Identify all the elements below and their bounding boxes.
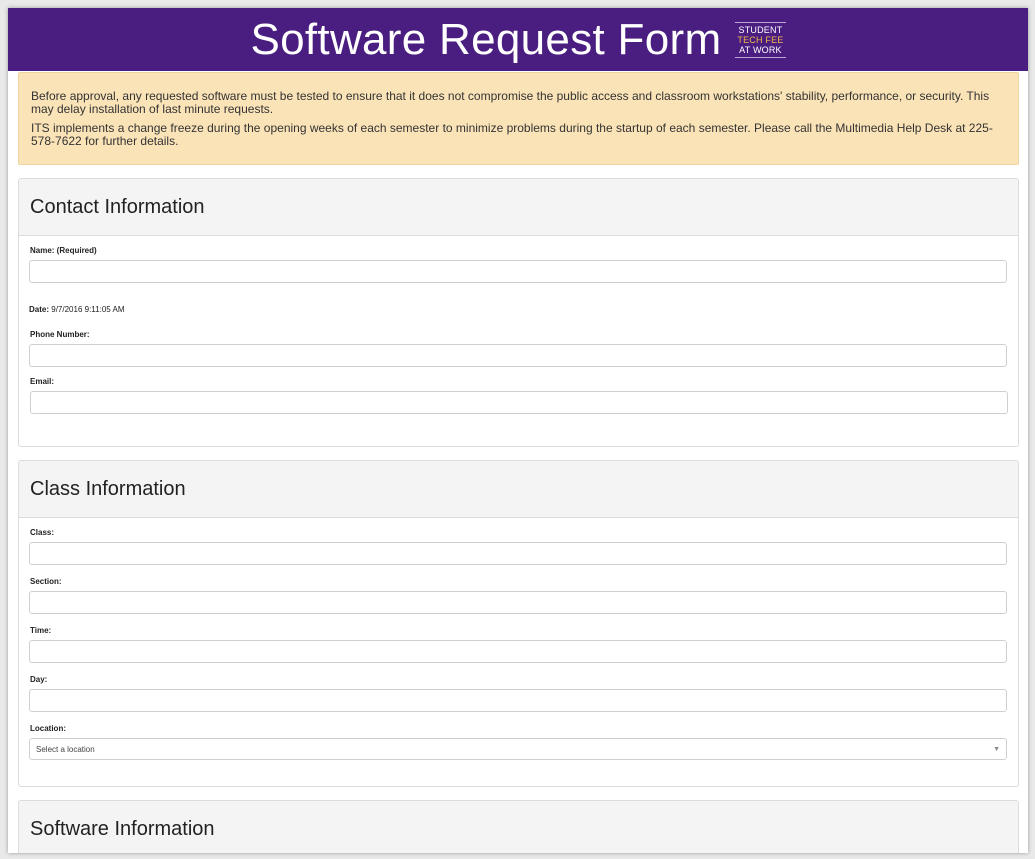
- phone-label: Phone Number:: [30, 330, 90, 339]
- logo-line-3: AT WORK: [739, 44, 782, 55]
- contact-panel-body: Name: (Required) Date: 9/7/2016 9:11:05 …: [19, 236, 1018, 446]
- class-label: Class:: [30, 528, 55, 537]
- chevron-down-icon: ▼: [993, 745, 1000, 753]
- header-banner: Software Request Form STUDENT TECH FEE A…: [8, 8, 1028, 71]
- logo-line-1: STUDENT: [738, 24, 783, 35]
- contact-panel-header: Contact Information: [19, 179, 1018, 236]
- contact-panel-title: Contact Information: [30, 195, 205, 218]
- name-label: Name: (Required): [30, 246, 97, 255]
- name-input[interactable]: [29, 260, 1007, 283]
- date-value: 9/7/2016 9:11:05 AM: [51, 305, 125, 314]
- notice-paragraph-approval: Before approval, any requested software …: [31, 89, 990, 116]
- notice-paragraph-freeze: ITS implements a change freeze during th…: [31, 121, 993, 148]
- notice-box: Before approval, any requested software …: [18, 72, 1019, 165]
- class-panel-header: Class Information: [19, 461, 1018, 518]
- location-label: Location:: [30, 724, 66, 733]
- software-information-panel: Software Information: [18, 800, 1019, 853]
- contact-information-panel: Contact Information Name: (Required) Dat…: [18, 178, 1019, 447]
- day-input[interactable]: [29, 689, 1007, 712]
- date-label: Date:: [29, 305, 50, 314]
- logo-line-2: TECH FEE: [737, 34, 784, 45]
- location-select-value: Select a location: [36, 744, 95, 754]
- software-panel-header: Software Information: [19, 801, 1018, 853]
- time-input[interactable]: [29, 640, 1007, 663]
- day-label: Day:: [30, 675, 48, 684]
- class-information-panel: Class Information Class: Section: Time: …: [18, 460, 1019, 787]
- class-input[interactable]: [29, 542, 1007, 565]
- location-select[interactable]: Select a location ▼: [29, 738, 1007, 760]
- student-tech-fee-logo: STUDENT TECH FEE AT WORK: [735, 21, 786, 58]
- email-input[interactable]: [30, 391, 1008, 414]
- page-title: Software Request Form: [250, 14, 722, 64]
- page: Software Request Form STUDENT TECH FEE A…: [8, 8, 1028, 853]
- class-panel-body: Class: Section: Time: Day: Location: Sel…: [19, 518, 1018, 786]
- phone-number-input[interactable]: [29, 344, 1007, 367]
- section-input[interactable]: [29, 591, 1007, 614]
- time-label: Time:: [30, 626, 52, 635]
- section-label: Section:: [30, 577, 62, 586]
- class-panel-title: Class Information: [30, 477, 186, 500]
- software-panel-title: Software Information: [30, 817, 215, 840]
- email-label: Email:: [30, 377, 55, 386]
- date-field: Date: 9/7/2016 9:11:05 AM: [29, 305, 1008, 314]
